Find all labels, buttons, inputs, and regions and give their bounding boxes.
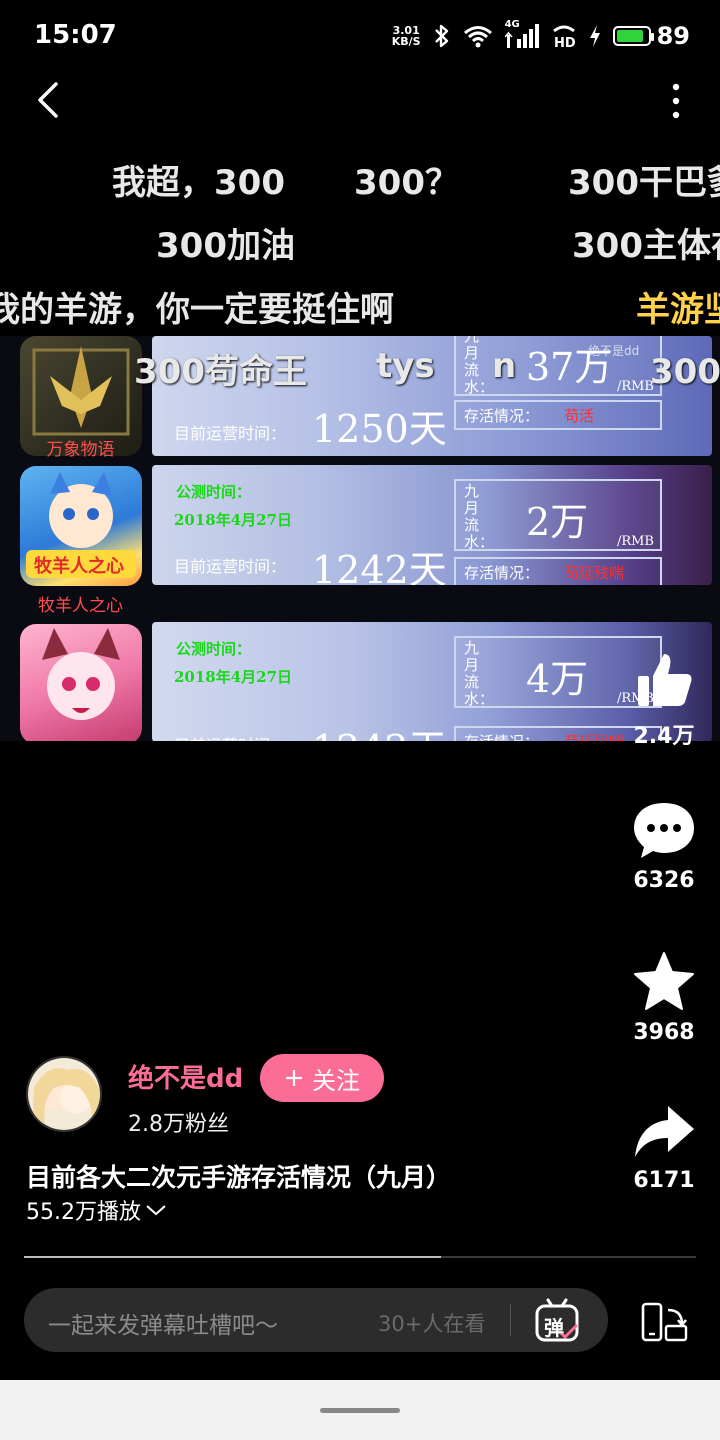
danmaku-input[interactable]: 一起来发弹幕吐槽吧～ 30+人在看 弹 <box>24 1288 608 1352</box>
viewer-count: 30+人在看 <box>378 1312 486 1336</box>
danmaku-comment: n <box>492 346 517 386</box>
fan-count: 2.8万粉丝 <box>128 1112 229 1137</box>
danmaku-comment: 我的羊游，你一定要挺住啊 <box>0 290 394 330</box>
operating-time-label: 目前运营时间： <box>174 424 287 443</box>
revenue-value: 2万 <box>526 500 589 544</box>
share-button[interactable]: 6171 <box>630 1102 698 1193</box>
danmaku-comment: 300？ <box>354 163 459 203</box>
system-navigation-bar <box>0 1380 720 1440</box>
like-button[interactable]: 2.4万 <box>630 648 698 750</box>
play-count: 55.2万播放 <box>26 1200 141 1225</box>
danmaku-comment: 我超，300 <box>112 163 285 203</box>
operating-time-label: 目前运营时间： <box>174 732 286 741</box>
revenue-label: 九月流水： <box>464 336 495 396</box>
game-icon: 牧羊人之心 <box>20 466 142 586</box>
game-row: 公测时间： 2018年4月27日 目前运营时间： 1242天 九月流水： 4万 … <box>0 622 720 741</box>
operating-days: 1242天 <box>312 718 447 741</box>
danmaku-comment: tys <box>376 346 435 386</box>
favorite-button[interactable]: 3968 <box>630 950 698 1045</box>
hd-call-icon: HD <box>552 25 576 49</box>
battery-indicator: 89 <box>612 22 690 50</box>
video-title: 目前各大二次元手游存活情况（九月） <box>26 1163 452 1192</box>
video-player[interactable]: 万象物语 目前运营时间： 1250天 九月流水： 37万 /RMB 绝不是dd … <box>0 336 720 741</box>
survival-label: 存活情况： <box>464 407 540 425</box>
survival-value: 苟活 <box>564 407 595 425</box>
back-button[interactable] <box>30 80 70 120</box>
survival-label: 存活情况： <box>464 564 540 582</box>
share-count: 6171 <box>633 1168 695 1193</box>
battery-fill <box>616 30 644 42</box>
play-count-toggle[interactable]: 55.2万播放 <box>26 1194 167 1226</box>
game-info-panel: 公测时间： 2018年4月27日 目前运营时间： 1242天 九月流水： 4万 … <box>152 622 712 741</box>
revenue-value: 4万 <box>526 657 589 701</box>
revenue-unit: /RMB <box>616 534 654 549</box>
thumbs-up-icon <box>638 654 692 706</box>
revenue-label: 九月流水： <box>464 639 495 708</box>
star-icon <box>634 952 694 1010</box>
status-time: 15:07 <box>34 20 117 50</box>
public-test-label: 公测时间： <box>176 483 252 501</box>
status-bar: 15:07 3.01 KB/S 4G HD 89 <box>0 0 720 72</box>
survival-box: 存活情况： 苟延残喘 <box>454 557 662 585</box>
chevron-down-icon <box>146 1205 166 1216</box>
bluetooth-icon <box>434 24 448 48</box>
battery-level: 89 <box>656 22 690 50</box>
public-test-date: 2018年4月27日 <box>174 511 293 529</box>
like-count: 2.4万 <box>633 724 695 749</box>
favorite-count: 3968 <box>633 1020 695 1045</box>
revenue-box: 九月流水： 2万 /RMB <box>454 479 662 551</box>
danmaku-toggle-button[interactable]: 弹 <box>534 1298 580 1344</box>
revenue-unit: /RMB <box>616 379 654 394</box>
svg-text:HD: HD <box>554 36 576 49</box>
operating-days: 1250天 <box>312 407 447 451</box>
game-name: 万象物语 <box>46 440 115 460</box>
survival-box: 存活情况： 苟活 <box>454 400 662 430</box>
danmaku-comment: 羊游坚 <box>636 290 720 330</box>
home-indicator[interactable] <box>320 1408 400 1413</box>
survival-label: 存活情况： <box>464 731 539 741</box>
public-test-label: 公测时间： <box>176 640 252 658</box>
video-progress-fill <box>24 1256 441 1258</box>
operating-time-label: 目前运营时间： <box>174 557 287 576</box>
comment-icon <box>634 803 694 858</box>
revenue-label: 九月流水： <box>464 482 495 551</box>
network-speed: 3.01 KB/S <box>391 24 421 48</box>
divider <box>510 1304 511 1336</box>
public-test-date: 2018年4月27日 <box>174 668 293 686</box>
follow-label: 关注 <box>312 1067 360 1095</box>
game-row: 牧羊人之心 牧羊人之心 公测时间： 2018年4月27日 目前运营时间： 124… <box>0 461 720 616</box>
follow-button[interactable]: 关注 <box>260 1054 384 1102</box>
plus-icon <box>286 1070 302 1086</box>
game-row: 万象物语 目前运营时间： 1250天 九月流水： 37万 /RMB 绝不是dd … <box>0 336 720 481</box>
wifi-icon <box>463 26 492 48</box>
game-info-panel: 公测时间： 2018年4月27日 目前运营时间： 1242天 九月流水： 2万 … <box>152 465 712 585</box>
danmaku-toggle-label: 弹 <box>544 1316 564 1340</box>
charging-icon <box>589 25 600 47</box>
game-icon <box>20 624 142 741</box>
video-progress-bar[interactable] <box>24 1256 696 1258</box>
danmaku-placeholder: 一起来发弹幕吐槽吧～ <box>48 1313 278 1339</box>
svg-text:牧羊人之心: 牧羊人之心 <box>34 555 124 577</box>
comment-button[interactable]: 6326 <box>630 798 698 893</box>
video-watermark: 绝不是dd <box>588 344 640 358</box>
survival-value: 苟延残喘 <box>564 731 624 741</box>
author-name[interactable]: 绝不是dd <box>128 1058 243 1095</box>
danmaku-comment: 300加油 <box>156 226 295 266</box>
avatar[interactable] <box>26 1056 102 1132</box>
share-icon <box>635 1106 694 1157</box>
operating-days: 1242天 <box>312 548 447 585</box>
game-name: 牧羊人之心 <box>38 596 123 616</box>
danmaku-comment: 300这 <box>650 352 720 392</box>
danmaku-comment: 300苟命王 <box>134 352 307 392</box>
comment-count: 6326 <box>633 868 695 893</box>
battery-icon <box>612 26 654 46</box>
danmaku-comment: 300干巴爹 <box>568 163 720 203</box>
signal-icon: 4G <box>503 19 539 49</box>
danmaku-comment: 300主体在 <box>572 226 720 266</box>
status-icons: 3.01 KB/S 4G HD 89 <box>392 18 690 54</box>
rotate-screen-icon[interactable] <box>640 1302 688 1342</box>
survival-value: 苟延残喘 <box>564 564 625 582</box>
more-options-icon[interactable] <box>666 82 686 120</box>
